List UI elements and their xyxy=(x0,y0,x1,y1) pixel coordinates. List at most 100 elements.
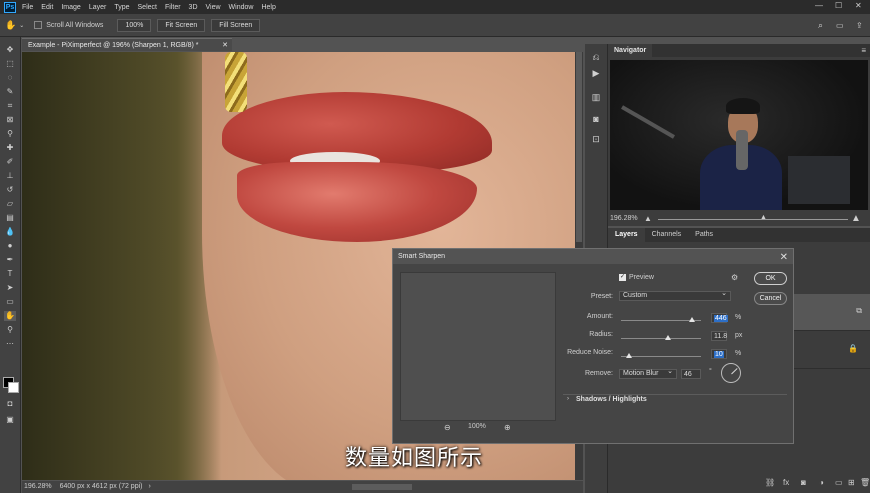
hand-tool-icon[interactable]: ✋ xyxy=(5,20,16,31)
navigator-zoom[interactable]: 196.28% xyxy=(610,215,638,222)
menu-select[interactable]: Select xyxy=(138,4,157,11)
reduce-noise-slider[interactable] xyxy=(621,356,701,357)
new-group-icon[interactable]: ▭ xyxy=(835,478,843,487)
quick-mask-icon[interactable]: ◘ xyxy=(4,399,16,409)
link-layers-icon[interactable]: ⛓ xyxy=(765,478,775,487)
navigator-preview[interactable] xyxy=(610,60,868,210)
menu-edit[interactable]: Edit xyxy=(41,4,53,11)
menu-window[interactable]: Window xyxy=(229,4,254,11)
zoom-in-mountain-icon[interactable]: ▲ xyxy=(851,212,861,226)
gradient-tool-icon[interactable]: ▤ xyxy=(4,213,16,223)
close-document-icon[interactable]: ✕ xyxy=(222,39,228,52)
workspace-icon[interactable]: ▭ xyxy=(836,21,844,30)
history-panel-icon[interactable]: ⎌ xyxy=(590,52,602,62)
histogram-panel-icon[interactable]: ▥ xyxy=(590,92,602,102)
screen-mode-icon[interactable]: ▣ xyxy=(4,415,16,425)
minimize-icon[interactable]: — xyxy=(815,1,823,10)
quick-select-icon[interactable]: ✎ xyxy=(4,87,16,97)
ok-button[interactable]: OK xyxy=(754,272,787,285)
gear-icon[interactable]: ⚙ xyxy=(731,273,738,282)
reduce-noise-slider-knob[interactable] xyxy=(626,353,632,358)
background-color-swatch[interactable] xyxy=(8,382,19,393)
menu-layer[interactable]: Layer xyxy=(89,4,107,11)
amount-field[interactable]: 446 xyxy=(711,313,728,323)
frame-tool-icon[interactable]: ⊠ xyxy=(4,115,16,125)
menu-type[interactable]: Type xyxy=(114,4,129,11)
radius-slider-knob[interactable] xyxy=(665,335,672,340)
adjustments-panel-icon[interactable]: ⊡ xyxy=(590,134,602,144)
dodge-tool-icon[interactable]: ● xyxy=(4,241,16,251)
document-tab[interactable]: Example - PiXimperfect @ 196% (Sharpen 1… xyxy=(22,38,232,51)
marquee-tool-icon[interactable]: ⬚ xyxy=(4,59,16,69)
cancel-button[interactable]: Cancel xyxy=(754,292,787,305)
hand-tool-icon[interactable]: ✋ xyxy=(4,311,16,321)
dialog-title-bar[interactable]: Smart Sharpen ✕ xyxy=(393,249,793,264)
navigator-tab[interactable]: Navigator xyxy=(608,44,653,57)
eyedropper-icon[interactable]: ⚲ xyxy=(4,129,16,139)
menu-filter[interactable]: Filter xyxy=(165,4,181,11)
properties-panel-icon[interactable]: ◙ xyxy=(590,114,602,124)
zoom-100-button[interactable]: 100% xyxy=(117,18,152,32)
zoom-in-icon[interactable]: ⊕ xyxy=(504,423,511,432)
menu-3d[interactable]: 3D xyxy=(189,4,198,11)
navigator-slider-knob[interactable]: ▲ xyxy=(760,211,767,225)
type-tool-icon[interactable]: T xyxy=(4,269,16,279)
brush-tool-icon[interactable]: ✐ xyxy=(4,157,16,167)
clone-stamp-icon[interactable]: ⊥ xyxy=(4,171,16,181)
zoom-out-icon[interactable]: ⊖ xyxy=(444,423,451,432)
menu-help[interactable]: Help xyxy=(261,4,275,11)
crop-tool-icon[interactable]: ⌗ xyxy=(4,101,16,111)
tab-channels[interactable]: Channels xyxy=(645,228,689,242)
chevron-right-icon[interactable]: › xyxy=(148,483,150,490)
vertical-scroll-thumb[interactable] xyxy=(576,52,582,242)
scroll-all-checkbox[interactable] xyxy=(34,21,43,29)
angle-field[interactable]: 46 xyxy=(681,369,701,379)
menu-image[interactable]: Image xyxy=(61,4,80,11)
horizontal-scroll-thumb[interactable] xyxy=(352,484,412,490)
preview-checkbox[interactable]: ✓ xyxy=(619,274,626,281)
fill-screen-button[interactable]: Fill Screen xyxy=(211,18,261,32)
adjustment-icon[interactable]: ◑ xyxy=(819,478,824,487)
blur-tool-icon[interactable]: 💧 xyxy=(4,227,16,237)
preset-select[interactable]: Custom xyxy=(619,290,731,301)
lasso-tool-icon[interactable]: ◌ xyxy=(4,73,16,83)
close-icon[interactable]: ✕ xyxy=(780,250,788,265)
shape-tool-icon[interactable]: ▭ xyxy=(4,297,16,307)
amount-slider-knob[interactable] xyxy=(689,317,696,322)
mask-icon[interactable]: ◙ xyxy=(801,478,806,487)
chevron-right-icon[interactable]: › xyxy=(567,396,569,402)
history-brush-icon[interactable]: ↺ xyxy=(4,185,16,195)
panel-menu-icon[interactable]: ≡ xyxy=(861,46,866,55)
close-icon[interactable]: ✕ xyxy=(855,1,862,10)
fit-screen-button[interactable]: Fit Screen xyxy=(157,18,206,32)
filter-preview[interactable] xyxy=(400,272,556,421)
shadows-highlights-toggle[interactable]: Shadows / Highlights xyxy=(576,396,647,403)
actions-panel-icon[interactable]: ▶ xyxy=(590,68,602,78)
more-tools-icon[interactable]: ⋯ xyxy=(4,339,16,349)
pen-tool-icon[interactable]: ✒ xyxy=(4,255,16,265)
angle-dial[interactable] xyxy=(721,363,741,383)
navigator-zoom-slider[interactable] xyxy=(658,219,848,220)
trash-icon[interactable]: 🗑 xyxy=(860,478,870,487)
radius-field[interactable]: 11.8 xyxy=(711,331,727,341)
share-icon[interactable]: ⇪ xyxy=(856,21,863,30)
status-zoom[interactable]: 196.28% xyxy=(24,483,52,490)
remove-select[interactable]: Motion Blur xyxy=(619,368,677,379)
tab-layers[interactable]: Layers xyxy=(608,228,645,242)
reduce-noise-field[interactable]: 10 xyxy=(711,349,727,359)
menu-view[interactable]: View xyxy=(206,4,221,11)
new-layer-icon[interactable]: ⊞ xyxy=(848,478,855,487)
menu-file[interactable]: File xyxy=(22,4,33,11)
healing-brush-icon[interactable]: ✚ xyxy=(4,143,16,153)
tab-paths[interactable]: Paths xyxy=(688,228,720,242)
path-select-icon[interactable]: ➤ xyxy=(4,283,16,293)
chevron-down-icon[interactable]: ⌄ xyxy=(19,22,24,29)
radius-slider[interactable] xyxy=(621,338,701,339)
eraser-tool-icon[interactable]: ▱ xyxy=(4,199,16,209)
maximize-icon[interactable]: ☐ xyxy=(835,1,842,10)
zoom-tool-icon[interactable]: ⚲ xyxy=(4,325,16,335)
move-tool-icon[interactable]: ✥ xyxy=(4,45,16,55)
search-icon[interactable]: ⌕ xyxy=(818,20,823,31)
zoom-out-mountain-icon[interactable]: ▲ xyxy=(644,212,652,226)
fx-icon[interactable]: fx xyxy=(783,478,789,487)
